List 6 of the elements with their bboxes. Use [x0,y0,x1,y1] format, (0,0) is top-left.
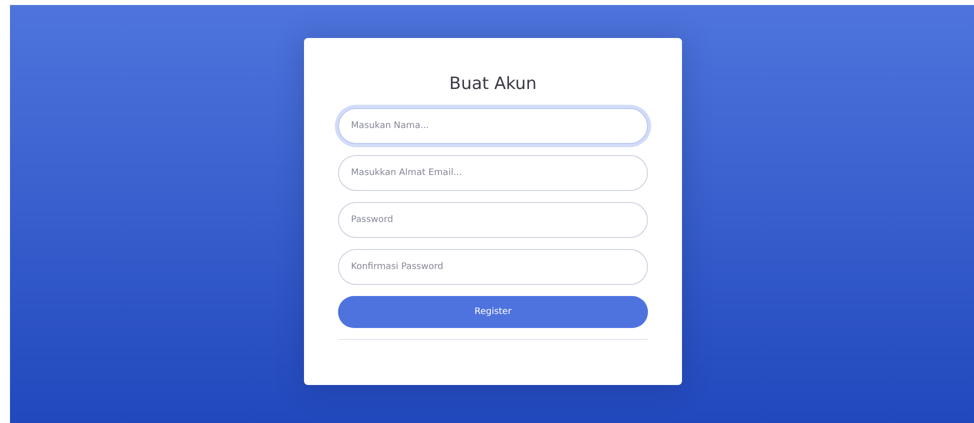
input-field[interactable]: Masukkan Almat Email... [338,155,648,192]
input-field[interactable]: Konfirmasi Password [338,249,648,286]
input-field[interactable]: Password [338,202,648,238]
form-title: Buat Akun [448,74,538,94]
input-field[interactable]: Masukan Nama... [338,108,648,144]
register-button[interactable]: Register [338,296,648,328]
